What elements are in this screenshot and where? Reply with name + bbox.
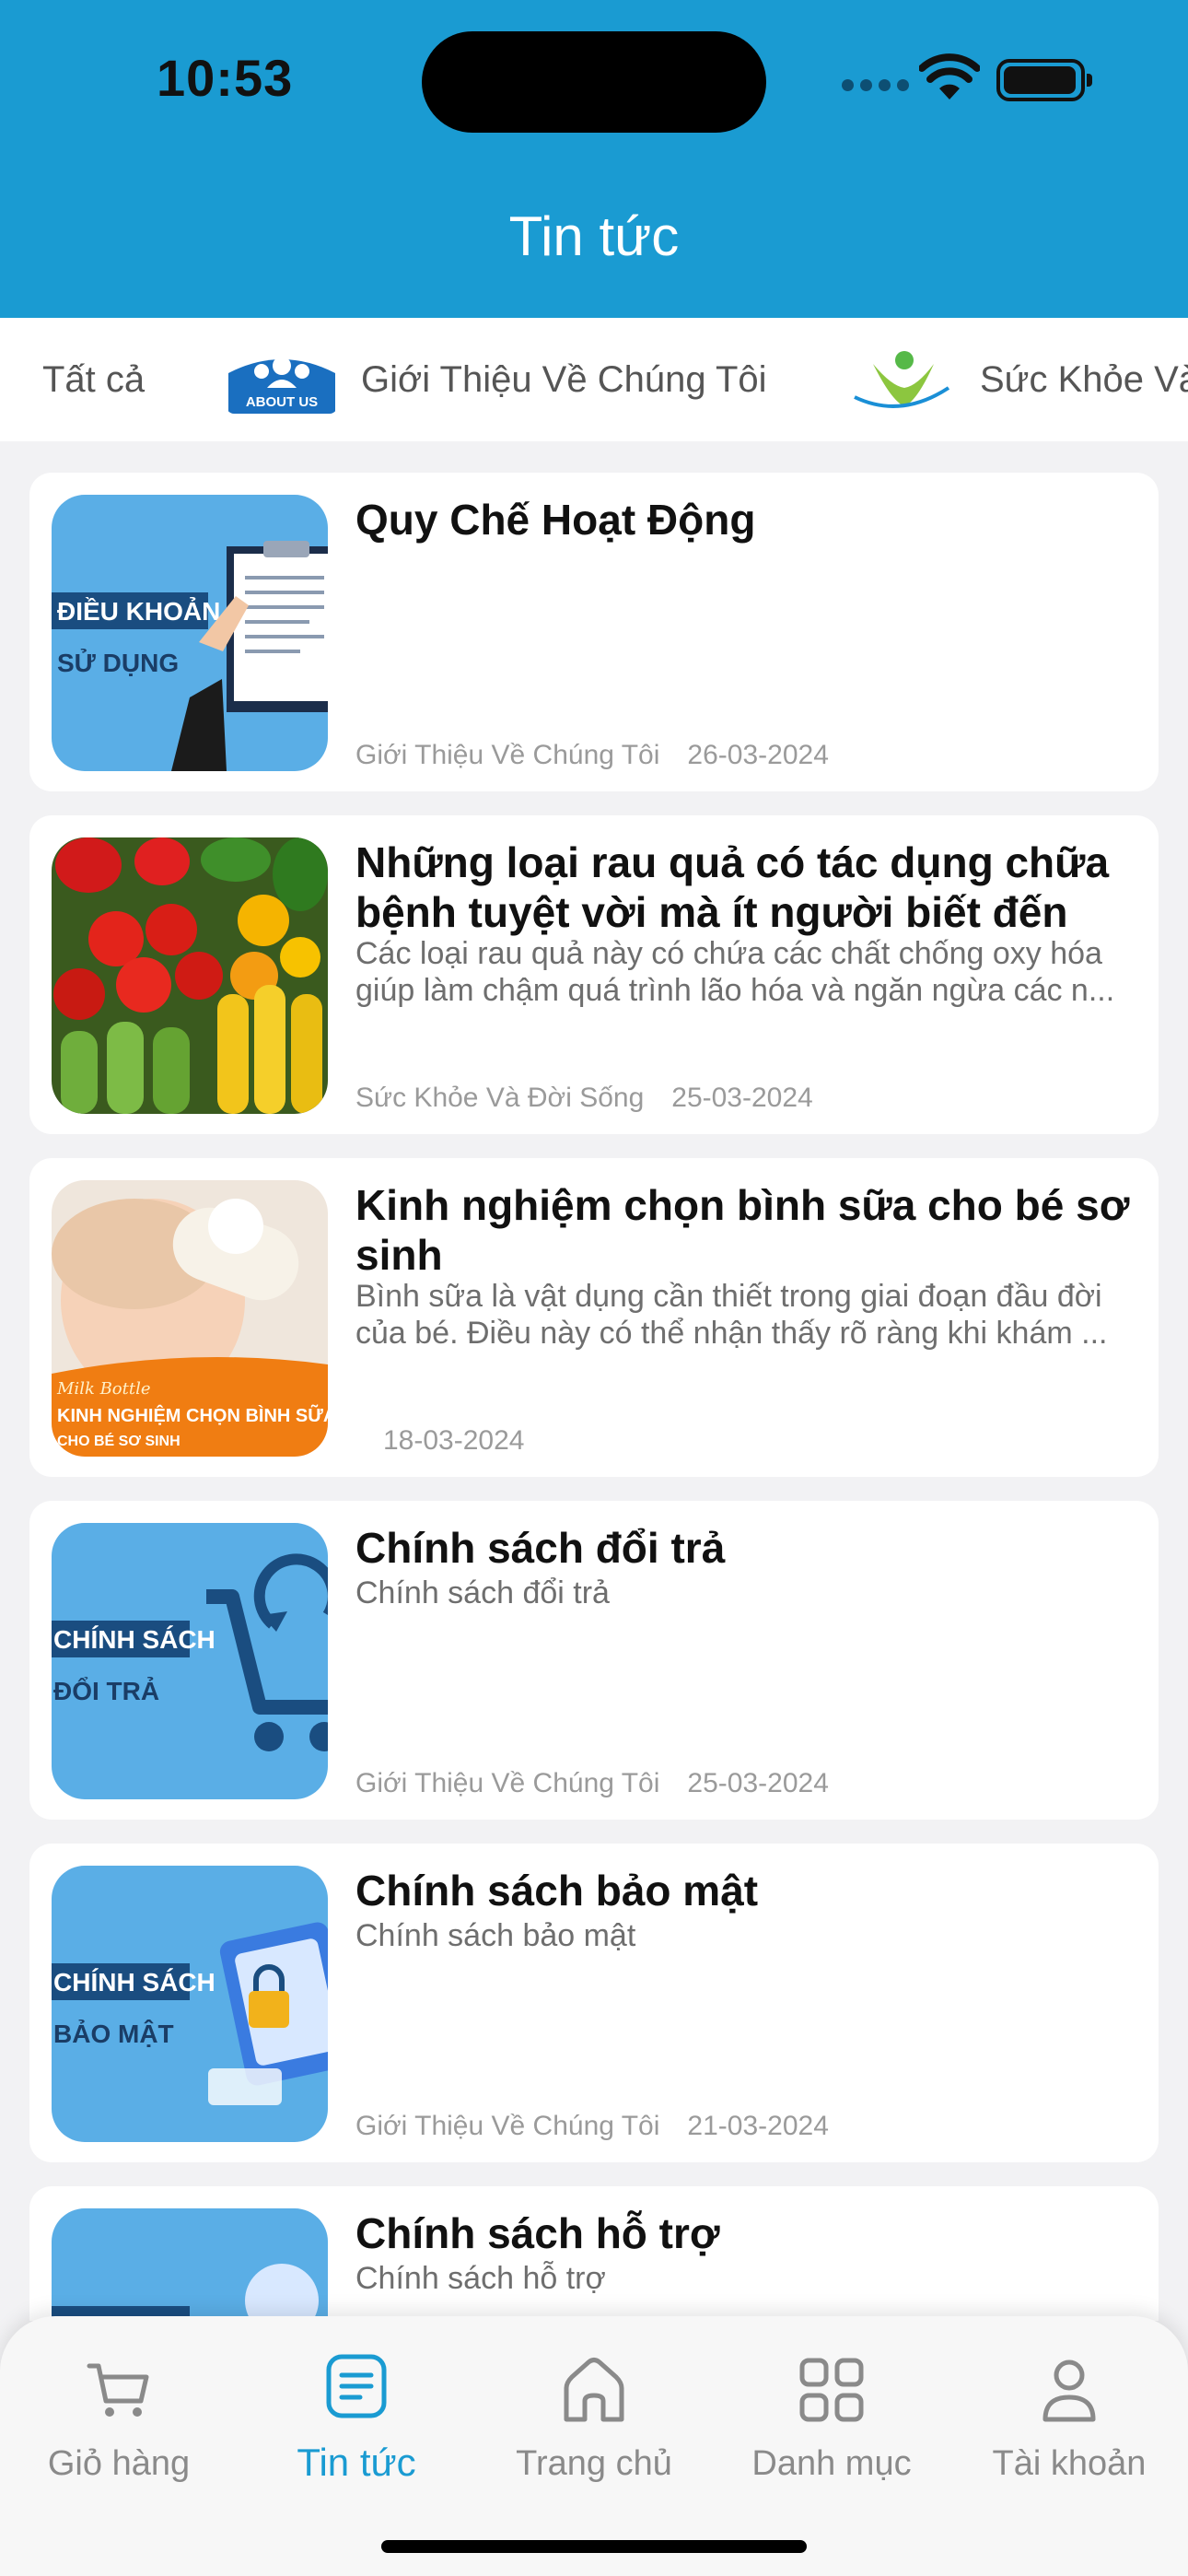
article-category: Giới Thiệu Về Chúng Tôi [355, 740, 660, 770]
nav-label: Giỏ hàng [47, 2444, 191, 2483]
tab-about-us[interactable]: ABOUT US Giới Thiệu Về Chúng Tôi [227, 318, 767, 441]
thumb-text: KINH NGHIỆM CHỌN BÌNH SỮA [57, 1404, 328, 1426]
article-date: 25-03-2024 [671, 1083, 813, 1113]
article-card[interactable]: Chính sách hỗ trợ Chính sách hỗ trợ [29, 2186, 1159, 2321]
article-list: ĐIỀU KHOẢN SỬ DỤNG Quy Chế Hoạt Động Giớ… [0, 441, 1188, 2321]
thumb-text: CHÍNH SÁCH [53, 1968, 215, 1996]
wifi-icon [919, 53, 980, 100]
article-category: Sức Khỏe Và Đời Sống [355, 1083, 645, 1113]
article-meta: Giới Thiệu Về Chúng Tôi 21-03-2024 [355, 2111, 829, 2142]
article-title: Chính sách đổi trả [355, 1524, 726, 1572]
article-meta: Giới Thiệu Về Chúng Tôi 26-03-2024 [355, 740, 829, 771]
article-meta: Sức Khỏe Và Đời Sống 25-03-2024 [355, 1083, 813, 1114]
support-policy-thumbnail [52, 2208, 328, 2321]
terms-of-use-thumbnail: ĐIỀU KHOẢN SỬ DỤNG [52, 495, 328, 771]
privacy-policy-thumbnail: CHÍNH SÁCH BẢO MẬT [52, 1866, 328, 2142]
tab-label: Tất cả [42, 358, 146, 400]
tab-all[interactable]: Tất cả [42, 318, 145, 441]
app-header: 10:53 Tin tức [0, 0, 1188, 318]
article-date: 25-03-2024 [687, 1768, 829, 1798]
nav-label: Tin tức [297, 2441, 416, 2484]
tab-label: Giới Thiệu Về Chúng Tôi [361, 358, 767, 400]
nav-account[interactable]: Tài khoản [950, 2353, 1188, 2484]
article-category: Giới Thiệu Về Chúng Tôi [355, 1768, 660, 1798]
article-title: Quy Chế Hoạt Động [355, 496, 756, 544]
user-icon [1042, 2359, 1096, 2422]
nav-news[interactable]: Tin tức [238, 2349, 475, 2485]
article-title: Chính sách bảo mật [355, 1867, 759, 1914]
article-date: 18-03-2024 [383, 1425, 525, 1456]
article-date: 26-03-2024 [687, 740, 829, 770]
thumb-text: Milk Bottle [56, 1379, 151, 1399]
article-description: Chính sách hỗ trợ [355, 2261, 606, 2296]
battery-icon [996, 59, 1092, 101]
vegetables-thumbnail [52, 837, 328, 1114]
article-description: Các loại rau quả này có chứa các chất ch… [355, 936, 1115, 1008]
tab-health[interactable]: Sức Khỏe Và Đời Sống [845, 318, 1188, 441]
article-card[interactable]: Milk Bottle KINH NGHIỆM CHỌN BÌNH SỮA CH… [29, 1158, 1159, 1477]
bottom-navigation: Giỏ hàng Tin tức Trang chủ Danh mục Tài … [0, 2316, 1188, 2576]
grid-icon [799, 2358, 864, 2422]
news-icon [326, 2354, 387, 2418]
thumb-text: CHO BÉ SƠ SINH [57, 1432, 181, 1449]
cellular-signal-icon [842, 79, 909, 91]
article-description: Chính sách bảo mật [355, 1918, 636, 1953]
nav-cart[interactable]: Giỏ hàng [0, 2353, 238, 2484]
article-card[interactable]: ĐIỀU KHOẢN SỬ DỤNG Quy Chế Hoạt Động Giớ… [29, 473, 1159, 791]
about-us-icon-text: ABOUT US [246, 394, 318, 410]
thumb-text: ĐIỀU KHOẢN [57, 596, 220, 626]
home-indicator[interactable] [381, 2540, 807, 2553]
nav-home[interactable]: Trang chủ [475, 2353, 713, 2484]
thumb-text: SỬ DỤNG [57, 648, 179, 677]
nav-label: Trang chủ [516, 2444, 672, 2483]
home-icon [564, 2358, 624, 2422]
tab-label: Sức Khỏe Và Đời Sống [980, 358, 1188, 400]
article-card[interactable]: CHÍNH SÁCH BẢO MẬT Chính sách bảo mật Ch… [29, 1844, 1159, 2162]
about-us-icon: ABOUT US [227, 345, 337, 414]
article-category: Giới Thiệu Về Chúng Tôi [355, 2111, 660, 2141]
thumb-text: ĐỔI TRẢ [53, 1676, 159, 1705]
article-description: Chính sách đổi trả [355, 1575, 610, 1610]
article-title: Kinh nghiệm chọn bình sữa cho bé sơ sinh [355, 1181, 1130, 1279]
article-meta: 18-03-2024 [383, 1425, 524, 1457]
article-title: Những loại rau quả có tác dụng chữa bệnh… [355, 838, 1110, 936]
article-meta: Giới Thiệu Về Chúng Tôi 25-03-2024 [355, 1768, 829, 1799]
nav-label: Tài khoản [992, 2444, 1147, 2483]
article-description: Bình sữa là vật dụng cần thiết trong gia… [355, 1279, 1108, 1351]
category-tabs: Tất cả ABOUT US Giới Thiệu Về Chúng Tôi … [0, 318, 1188, 441]
health-icon [845, 345, 956, 414]
nav-label: Danh mục [751, 2444, 912, 2483]
article-card[interactable]: Những loại rau quả có tác dụng chữa bệnh… [29, 815, 1159, 1134]
status-time: 10:53 [157, 49, 294, 107]
return-policy-thumbnail: CHÍNH SÁCH ĐỔI TRẢ [52, 1523, 328, 1799]
thumb-text: CHÍNH SÁCH [53, 1625, 215, 1654]
nav-categories[interactable]: Danh mục [713, 2353, 950, 2484]
article-date: 21-03-2024 [687, 2111, 829, 2141]
page-title: Tin tức [508, 205, 680, 267]
article-title: Chính sách hỗ trợ [355, 2209, 720, 2257]
article-card[interactable]: CHÍNH SÁCH ĐỔI TRẢ Chính sách đổi trả Ch… [29, 1501, 1159, 1820]
cart-icon [87, 2363, 149, 2417]
dynamic-island [422, 31, 766, 133]
baby-bottle-thumbnail: Milk Bottle KINH NGHIỆM CHỌN BÌNH SỮA CH… [52, 1180, 328, 1457]
thumb-text: BẢO MẬT [53, 2019, 174, 2048]
